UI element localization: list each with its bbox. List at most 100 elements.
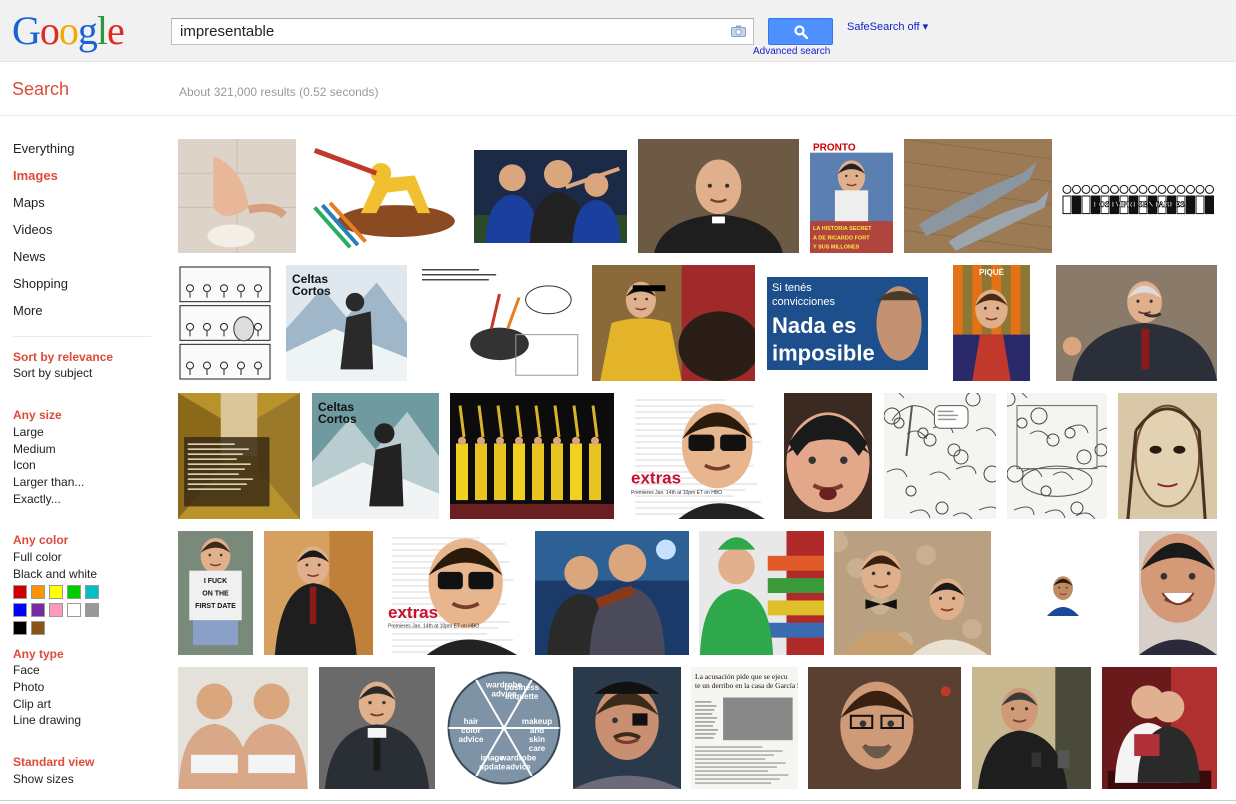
color-swatch[interactable] [67,603,81,617]
image-result-celtas-cortos-cover[interactable]: Celtas Cortos [286,265,407,381]
result-stats: About 321,000 results (0.52 seconds) [179,85,379,99]
image-result-bishop-portrait[interactable] [638,139,799,253]
color-swatch[interactable] [85,585,99,599]
thumbnail-image [592,265,755,381]
image-result-hotel-corridor-text[interactable] [178,393,300,519]
image-result-crowd-sketch[interactable]: LOS IMPRESENTABLES [1062,174,1216,218]
image-result-pirate-man[interactable] [573,667,681,789]
color-swatch[interactable] [49,603,63,617]
image-result-green-costume-store[interactable] [699,531,824,655]
image-result-bull-cartoon[interactable] [418,265,581,381]
image-result-woman-face-closeup[interactable] [784,393,872,519]
nav-images[interactable]: Images [13,168,58,183]
image-result-small-player-photo[interactable] [1043,571,1083,616]
svg-text:wardrobe: wardrobe [485,680,523,689]
image-result-bullfighter[interactable] [592,265,755,381]
image-result-extras-poster[interactable]: extras Premieres Jan. 14th at 10pm ET on … [385,531,524,655]
type-photo[interactable]: Photo [13,680,44,694]
size-exactly[interactable]: Exactly... [13,492,61,506]
color-swatch[interactable] [31,603,45,617]
camera-icon[interactable] [731,25,746,37]
bottom-rule [0,800,1236,804]
thumbnail-image: CeltasCortos [286,265,407,381]
svg-text:Y SUS MILLONES: Y SUS MILLONES [813,244,860,250]
nav-videos[interactable]: Videos [13,222,53,237]
svg-text:Nada es: Nada es [772,313,856,338]
svg-text:PIQUÉ: PIQUÉ [979,268,1005,277]
image-result-costumed-parade[interactable] [450,393,614,519]
sort-by-subject[interactable]: Sort by subject [13,366,92,380]
size-medium[interactable]: Medium [13,442,56,456]
nav-shopping[interactable]: Shopping [13,276,68,291]
advanced-search-link[interactable]: Advanced search [753,46,830,57]
color-swatch[interactable] [67,585,81,599]
image-result-boy-tshirt[interactable]: I FUCK ON THE FIRST DATE [178,531,253,655]
image-result-wardrobe-pie-chart[interactable]: business etiquette makeup and skin care wardro… [445,667,563,789]
show-sizes[interactable]: Show sizes [13,772,74,786]
image-result-face-sketch[interactable] [1118,393,1217,519]
image-result-couple-costume[interactable] [834,531,991,655]
search-box[interactable] [171,18,754,45]
color-swatch[interactable] [85,603,99,617]
color-swatch[interactable] [31,621,45,635]
thumbnail-image [1102,667,1217,789]
safesearch-dropdown[interactable]: SafeSearch off ▾ [847,20,928,33]
image-result-pronto-magazine-cover[interactable]: PRONTO LA HISTORIA SECRET A DE RICARDO FO… [810,139,893,253]
thumbnail-image [450,393,614,519]
search-input[interactable] [172,19,722,44]
image-result-island-cartoon[interactable] [884,393,996,519]
logo-letter: l [96,8,108,53]
image-result-coach-jacket[interactable] [319,667,435,789]
image-result-underwear-models[interactable] [178,667,308,789]
color-swatch[interactable] [13,603,27,617]
nav-news[interactable]: News [13,249,46,264]
any-type[interactable]: Any type [13,647,64,661]
size-icon[interactable]: Icon [13,458,36,472]
image-result-fish-on-floor[interactable] [904,139,1052,253]
nav-maps[interactable]: Maps [13,195,45,210]
image-result-yellow-figure-pencils[interactable] [307,139,461,253]
image-result-man-in-suit-armchair[interactable] [264,531,373,655]
image-result-laughing-man[interactable] [1139,531,1217,655]
color-swatch[interactable] [49,585,63,599]
image-result-extras-sunglasses-man[interactable]: extras Premieres Jan. 14th at 10pm ET on … [628,393,772,519]
thumbnail-image [474,150,627,243]
type-line-drawing[interactable]: Line drawing [13,713,81,727]
svg-text:Cortos: Cortos [318,412,357,426]
nav-more[interactable]: More [13,303,43,318]
google-logo[interactable]: Google [12,8,125,53]
image-result-nose-sculpture[interactable] [178,139,296,253]
color-black-and-white[interactable]: Black and white [13,567,97,581]
thumbnail-image: I FUCK ON THE FIRST DATE [178,531,253,655]
sort-by-relevance[interactable]: Sort by relevance [13,350,113,364]
image-result-newspaper-clipping[interactable]: La acusación pide que se ejecu te un derr… [691,667,798,789]
size-large[interactable]: Large [13,425,44,439]
image-result-politician-gesturing[interactable] [1056,265,1217,381]
any-size[interactable]: Any size [13,408,62,422]
image-result-comic-strip[interactable] [178,265,272,381]
size-larger-than[interactable]: Larger than... [13,475,84,489]
thumbnail-image [573,667,681,789]
any-color[interactable]: Any color [13,533,68,547]
image-result-bearded-man-glasses[interactable] [808,667,961,789]
image-result-nada-es-imposible-poster[interactable]: Si tenés convicciones Nada es imposible [767,277,928,370]
image-result-celtas-cortos-cover-2[interactable]: Celtas Cortos [312,393,439,519]
thumbnail-image [418,265,581,381]
nav-everything[interactable]: Everything [13,141,74,156]
color-swatch[interactable] [13,585,27,599]
color-swatch[interactable] [13,621,27,635]
image-result-speaker-microphones[interactable] [972,667,1091,789]
color-full[interactable]: Full color [13,550,62,564]
search-button[interactable] [768,18,833,45]
image-result-room-cartoon[interactable] [1007,393,1107,519]
image-result-concert-guitarist[interactable] [535,531,689,655]
color-swatch[interactable] [31,585,45,599]
image-result-pique-caricature[interactable]: PIQUÉ [953,265,1030,381]
image-result-red-room-couple[interactable] [1102,667,1217,789]
standard-view[interactable]: Standard view [13,755,94,769]
image-result-football-referee[interactable] [474,150,627,243]
thumbnail-image [884,393,996,519]
type-clip-art[interactable]: Clip art [13,697,51,711]
magnifier-icon [794,25,808,39]
type-face[interactable]: Face [13,663,40,677]
